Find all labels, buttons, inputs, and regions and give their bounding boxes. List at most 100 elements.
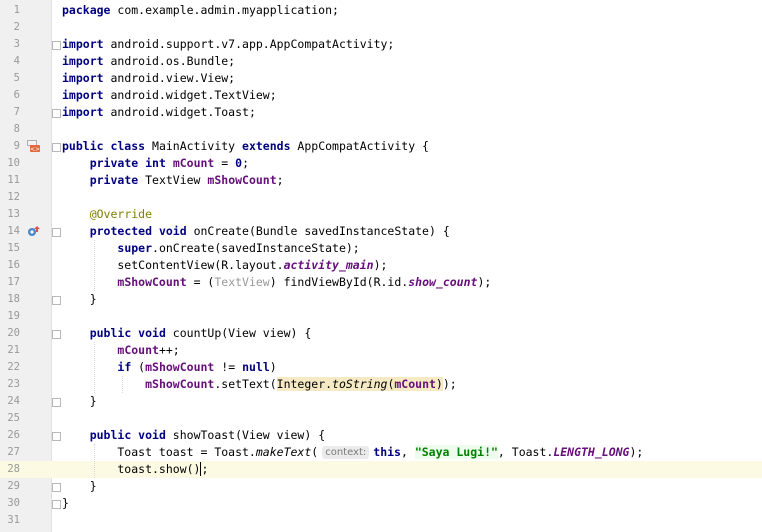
- code-line[interactable]: 25: [0, 410, 762, 427]
- fold-marker[interactable]: [52, 483, 61, 492]
- code-text[interactable]: @Override: [62, 206, 152, 223]
- code-line[interactable]: 14 protected void onCreate(Bundle savedI…: [0, 223, 762, 240]
- code-line[interactable]: 8: [0, 121, 762, 138]
- code-text[interactable]: }: [62, 478, 97, 495]
- code-line[interactable]: 26 public void showToast(View view) {: [0, 427, 762, 444]
- indent-guide: [122, 376, 123, 393]
- code-line[interactable]: 7 import android.widget.Toast;: [0, 104, 762, 121]
- fold-marker[interactable]: [52, 109, 61, 118]
- code-text[interactable]: mShowCount = (TextView) findViewById(R.i…: [62, 274, 491, 291]
- code-text[interactable]: public void showToast(View view) {: [62, 427, 325, 444]
- code-line[interactable]: 29 }: [0, 478, 762, 495]
- code-token: public void: [89, 326, 166, 340]
- code-line[interactable]: 12: [0, 189, 762, 206]
- code-line[interactable]: 5 import android.view.View;: [0, 70, 762, 87]
- code-text[interactable]: }: [62, 393, 97, 410]
- line-number: 9: [13, 140, 20, 152]
- fold-marker[interactable]: [52, 330, 61, 339]
- code-line[interactable]: 28 toast.show();: [0, 461, 762, 478]
- fold-marker[interactable]: [52, 143, 61, 152]
- line-number: 30: [7, 497, 20, 509]
- override-method-icon[interactable]: [27, 225, 41, 237]
- fold-marker[interactable]: [52, 500, 61, 509]
- code-line[interactable]: 9 public class MainActivity extends AppCo…: [0, 138, 762, 155]
- code-token: null: [242, 360, 270, 374]
- code-text[interactable]: public class MainActivity extends AppCom…: [62, 138, 429, 155]
- code-token: TextView: [138, 173, 208, 187]
- code-text[interactable]: import android.widget.TextView;: [62, 87, 277, 104]
- code-text[interactable]: private TextView mShowCount;: [62, 172, 284, 189]
- code-token: }: [62, 496, 69, 510]
- code-token: import: [62, 54, 104, 68]
- code-line[interactable]: 3 import android.support.v7.app.AppCompat…: [0, 36, 762, 53]
- code-line[interactable]: 13 @Override: [0, 206, 762, 223]
- code-line[interactable]: 11 private TextView mShowCount;: [0, 172, 762, 189]
- code-text[interactable]: import android.view.View;: [62, 70, 235, 87]
- code-text[interactable]: package com.example.admin.myapplication;: [62, 2, 339, 19]
- code-line[interactable]: 6 import android.widget.TextView;: [0, 87, 762, 104]
- code-line[interactable]: 15 super.onCreate(savedInstanceState);: [0, 240, 762, 257]
- fold-marker[interactable]: [52, 41, 61, 50]
- code-text[interactable]: private int mCount = 0;: [62, 155, 249, 172]
- code-line[interactable]: 1 package com.example.admin.myapplication…: [0, 2, 762, 19]
- code-line[interactable]: 20 public void countUp(View view) {: [0, 325, 762, 342]
- code-token: ;: [242, 156, 250, 170]
- fold-marker[interactable]: [52, 296, 61, 305]
- code-token: ): [435, 377, 443, 391]
- code-editor[interactable]: 1 package com.example.admin.myapplication…: [0, 0, 762, 532]
- code-token: onCreate(Bundle savedInstanceState) {: [186, 224, 450, 238]
- fold-marker[interactable]: [52, 432, 61, 441]
- code-line[interactable]: 16 setContentView(R.layout.activity_main…: [0, 257, 762, 274]
- code-text[interactable]: toast.show();: [62, 461, 208, 478]
- code-line[interactable]: 24 }: [0, 393, 762, 410]
- code-text[interactable]: import android.widget.Toast;: [62, 104, 256, 121]
- code-text[interactable]: mCount++;: [62, 342, 179, 359]
- class-layout-icon[interactable]: <>: [27, 140, 41, 153]
- line-number: 23: [7, 378, 20, 390]
- code-text[interactable]: Toast toast = Toast.makeText(context: thi…: [62, 444, 643, 461]
- parameter-hint: context:: [322, 446, 370, 459]
- code-line[interactable]: 17 mShowCount = (TextView) findViewById(…: [0, 274, 762, 291]
- code-text[interactable]: }: [62, 495, 69, 512]
- code-token: private int: [89, 156, 166, 170]
- line-number: 26: [7, 429, 20, 441]
- code-token: ): [269, 360, 277, 374]
- code-text[interactable]: import android.support.v7.app.AppCompatA…: [62, 36, 394, 53]
- code-line[interactable]: 4 import android.os.Bundle;: [0, 53, 762, 70]
- code-token: extends: [242, 139, 291, 153]
- code-line[interactable]: 2: [0, 19, 762, 36]
- code-token: setContentView(R.layout.: [62, 258, 284, 272]
- code-text[interactable]: public void countUp(View view) {: [62, 325, 312, 342]
- code-text[interactable]: setContentView(R.layout.activity_main);: [62, 257, 387, 274]
- line-number: 18: [7, 293, 20, 305]
- code-text[interactable]: super.onCreate(savedInstanceState);: [62, 240, 359, 257]
- code-token: android.view.View;: [103, 71, 236, 85]
- line-number: 16: [7, 259, 20, 271]
- code-line[interactable]: 22 if (mShowCount != null): [0, 359, 762, 376]
- code-line[interactable]: 18 }: [0, 291, 762, 308]
- fold-marker[interactable]: [52, 228, 61, 237]
- indent-guide: [94, 444, 95, 478]
- code-line[interactable]: 30}: [0, 495, 762, 512]
- code-text[interactable]: import android.os.Bundle;: [62, 53, 235, 70]
- code-line[interactable]: 23 mShowCount.setText(Integer.toString(m…: [0, 376, 762, 393]
- code-token: public void: [89, 428, 166, 442]
- code-text[interactable]: protected void onCreate(Bundle savedInst…: [62, 223, 450, 240]
- svg-text:<>: <>: [30, 146, 40, 153]
- code-line[interactable]: 31: [0, 512, 762, 529]
- code-line[interactable]: 10 private int mCount = 0;: [0, 155, 762, 172]
- code-line[interactable]: 19: [0, 308, 762, 325]
- code-line[interactable]: 21 mCount++;: [0, 342, 762, 359]
- fold-marker[interactable]: [52, 398, 61, 407]
- code-text[interactable]: }: [62, 291, 97, 308]
- code-line[interactable]: 27 Toast toast = Toast.makeText(context:…: [0, 444, 762, 461]
- code-token: showToast(View view) {: [165, 428, 326, 442]
